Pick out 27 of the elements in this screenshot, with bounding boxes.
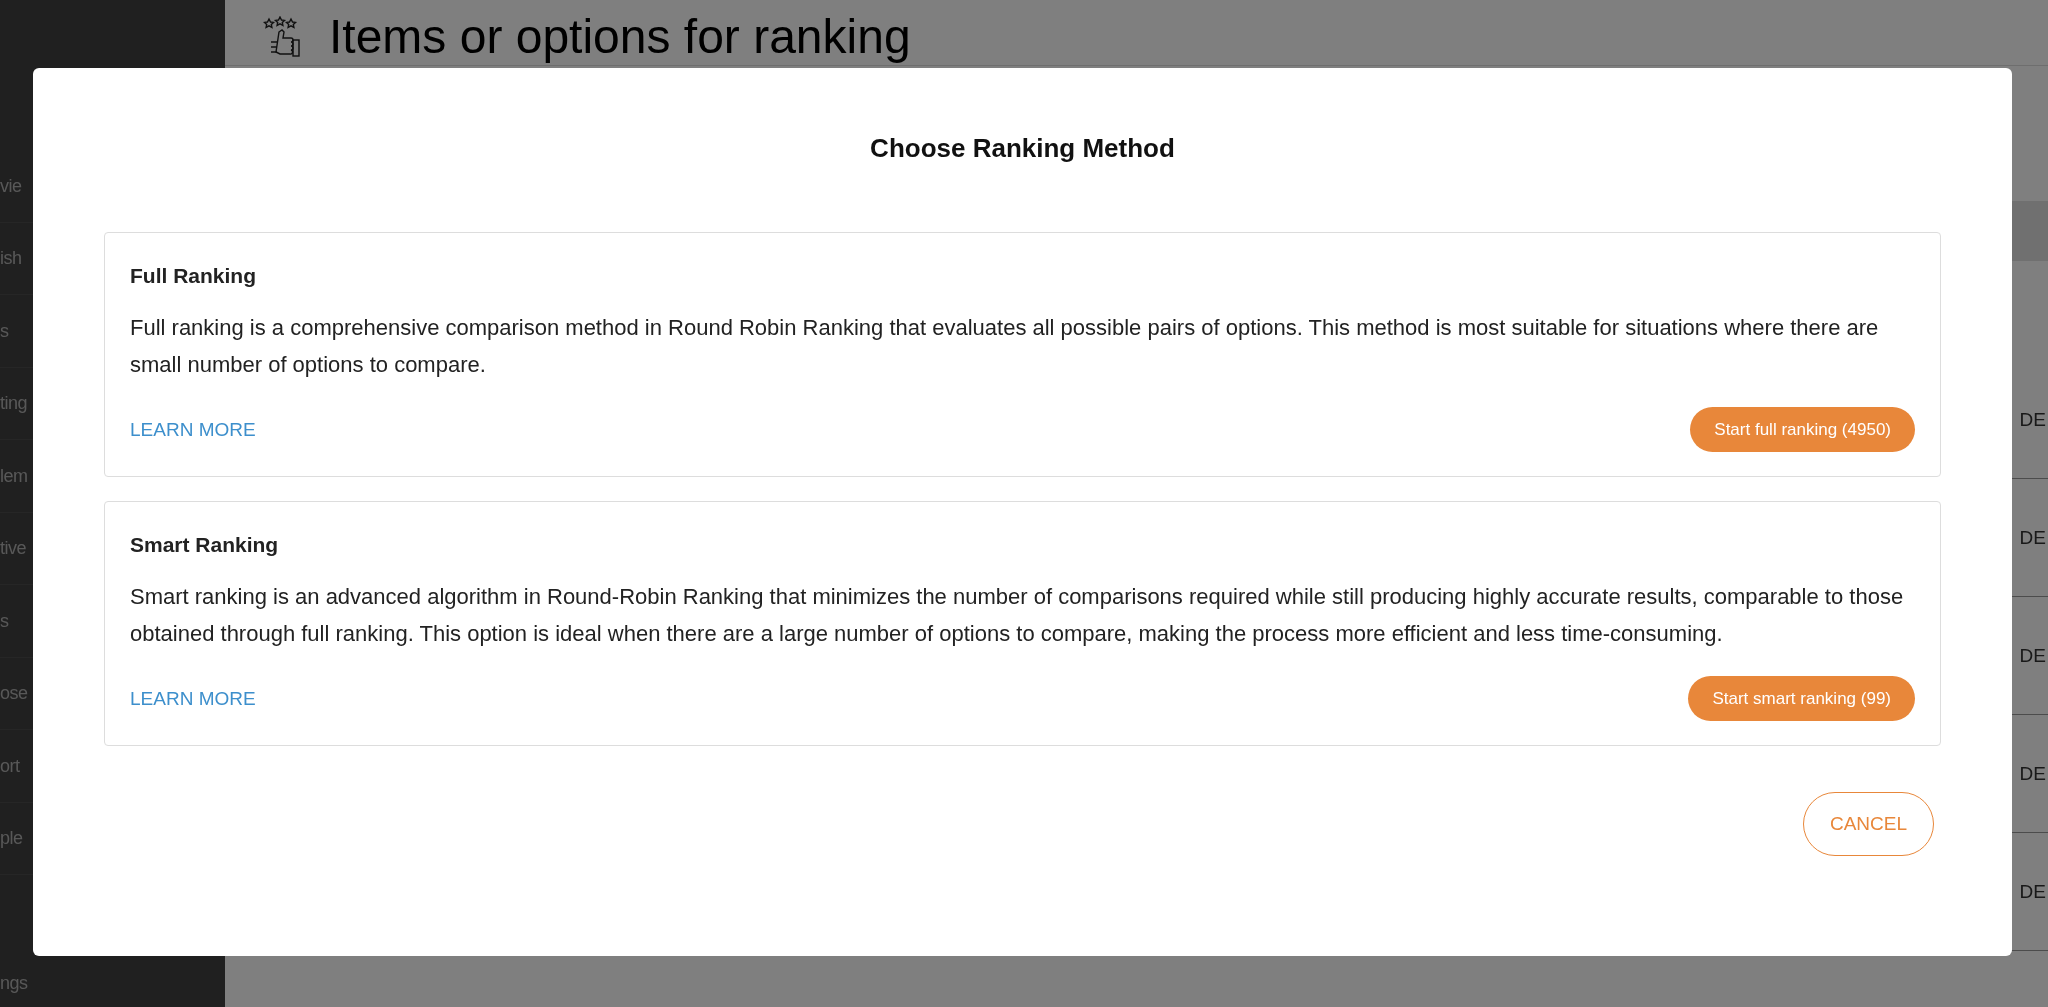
learn-more-link[interactable]: LEARN MORE [130, 418, 256, 441]
sidebar-item[interactable]: ort [0, 753, 20, 778]
option-description: Smart ranking is an advanced algorithm in Round-Robin Ranking that minimizes the number of comparisons required while still producing highly accurate results, comparable to those obtained through full ranking. This option is ideal when there are a large number of options to compare, making the process more efficient and less time-consuming. [130, 583, 1905, 648]
sidebar-item[interactable]: s [0, 318, 9, 343]
start-button[interactable]: Start full ranking (4950) [1690, 407, 1915, 452]
row-action[interactable]: DE [2019, 880, 2046, 903]
sidebar-item[interactable]: ish [0, 246, 22, 271]
sidebar-item[interactable]: ting [0, 391, 28, 416]
cancel-button[interactable]: CANCEL [1802, 792, 1934, 856]
sidebar-item[interactable]: vie [0, 173, 22, 198]
option-description: Full ranking is a comprehensive comparison method in Round Robin Ranking that evaluates all possible pairs of options. This method is most suitable for situations where there are small number of options to compare. [130, 314, 1880, 379]
sidebar-item[interactable]: tive [0, 536, 26, 561]
row-action[interactable]: DE [2019, 762, 2046, 785]
sidebar-item[interactable]: s [0, 608, 9, 633]
sidebar-item[interactable]: ple [0, 826, 23, 851]
sidebar-item[interactable]: ngs [0, 970, 28, 995]
row-action[interactable]: DE [2019, 408, 2046, 431]
page-title: Items or options for ranking [329, 8, 911, 65]
option-title: Smart Ranking [130, 532, 280, 558]
dialog-title: Choose Ranking Method [869, 132, 1176, 164]
sidebar-item[interactable]: ose [0, 681, 28, 706]
option-title: Full Ranking [130, 263, 257, 289]
sidebar-item[interactable]: lem [0, 463, 28, 488]
row-action[interactable]: DE [2019, 644, 2046, 667]
start-button[interactable]: Start smart ranking (99) [1688, 676, 1915, 721]
learn-more-link[interactable]: LEARN MORE [130, 687, 256, 710]
row-action[interactable]: DE [2019, 526, 2046, 549]
